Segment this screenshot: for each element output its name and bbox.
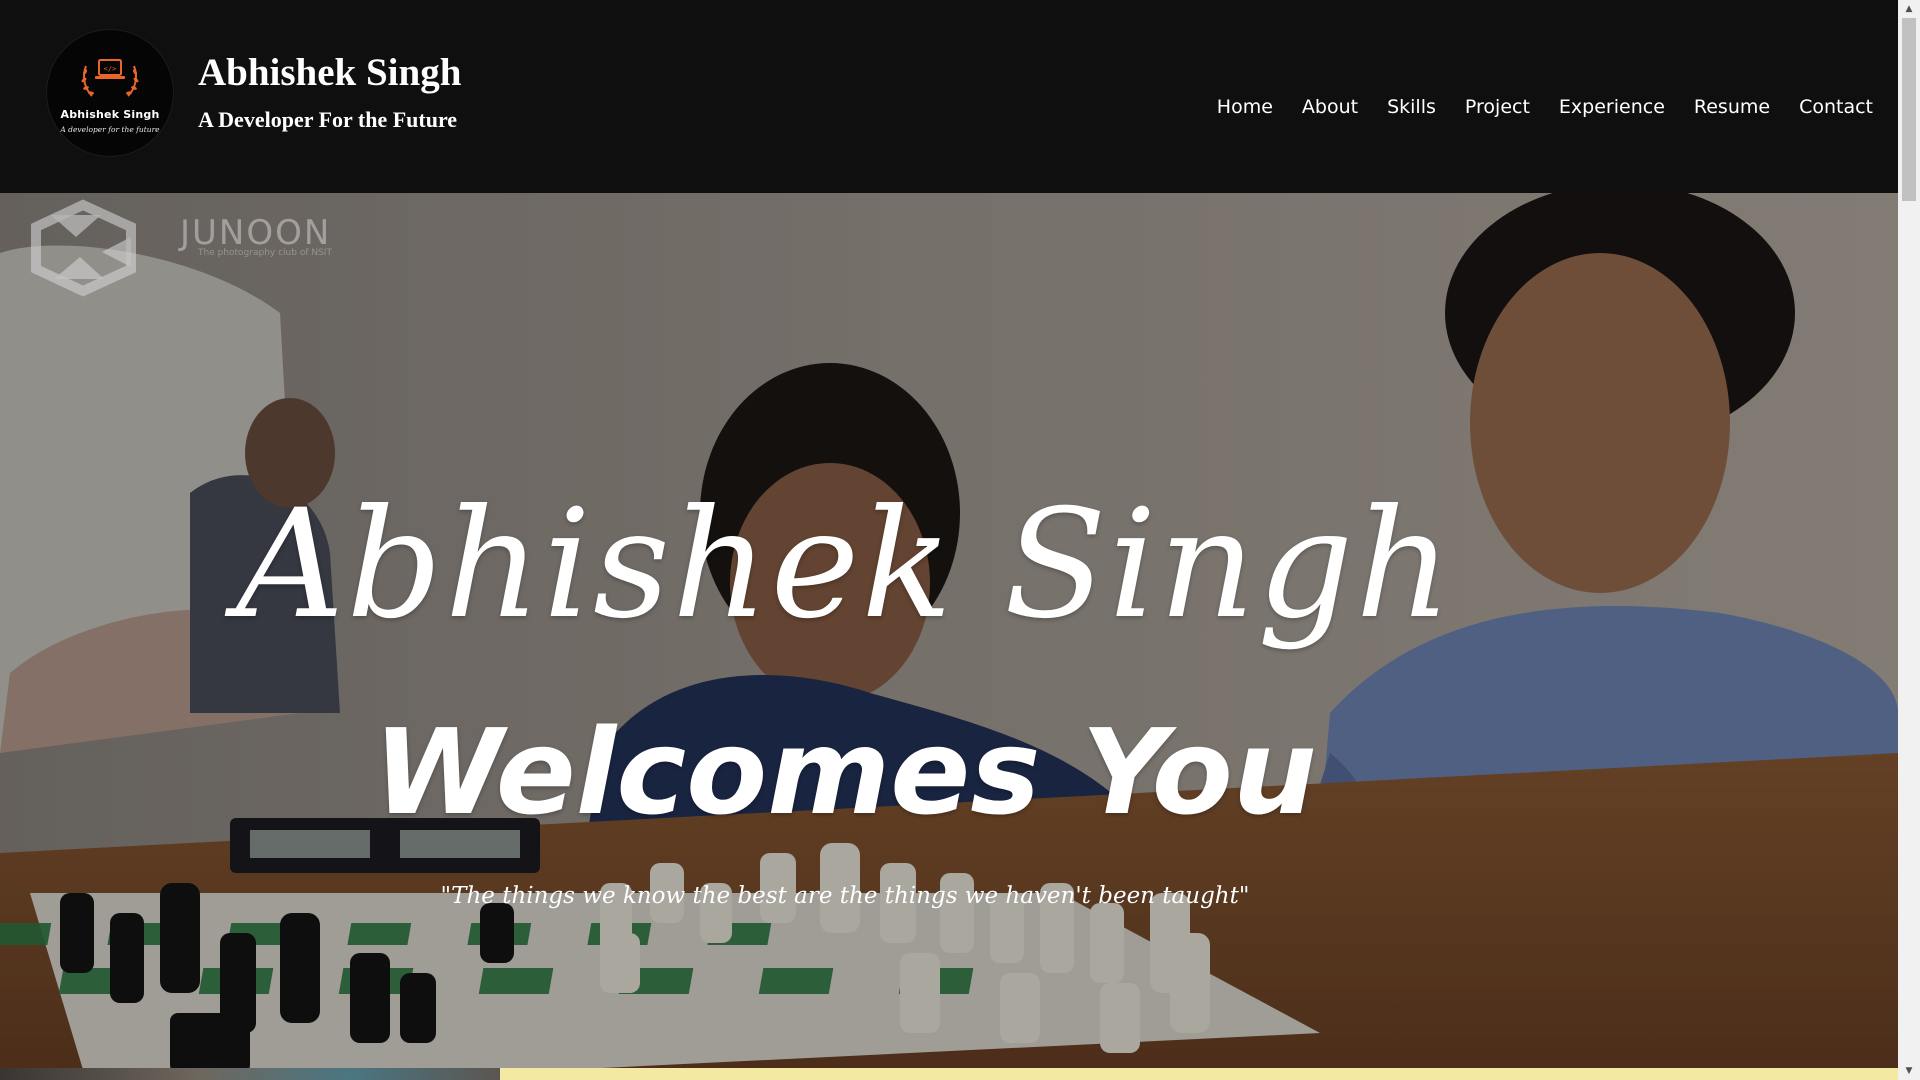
hero-section: JUNOON The photography club of NSIT Abhi… [0, 193, 1898, 1068]
svg-text:</>: </> [104, 65, 117, 73]
nav-home[interactable]: Home [1217, 96, 1273, 118]
hero-quote: "The things we know the best are the thi… [440, 883, 1250, 909]
scroll-down-arrow-icon[interactable]: ▼ [1898, 1062, 1920, 1080]
site-tagline: A Developer For the Future [198, 107, 458, 132]
site-header: </> Abhishek Singh A developer for the f… [0, 0, 1898, 193]
scrollbar-thumb[interactable] [1902, 18, 1916, 201]
vertical-scrollbar[interactable]: ▲ ▼ [1898, 0, 1920, 1080]
next-section-image [0, 1068, 500, 1080]
hero-welcome: Welcomes You [373, 703, 1317, 841]
watermark-title: JUNOON [180, 213, 332, 253]
nav-skills[interactable]: Skills [1387, 96, 1436, 118]
nav-about[interactable]: About [1302, 96, 1358, 118]
site-title[interactable]: Abhishek Singh [198, 50, 461, 95]
laptop-laurel-icon: </> [81, 59, 139, 97]
scroll-up-arrow-icon[interactable]: ▲ [1898, 0, 1920, 18]
main-nav: Home About Skills Project Experience Res… [1188, 96, 1873, 118]
logo-tagline: A developer for the future [60, 125, 160, 134]
next-section-panel [500, 1068, 1898, 1080]
watermark-subtitle: The photography club of NSIT [198, 248, 332, 258]
hero-name: Abhishek Singh [236, 478, 1454, 652]
page: </> Abhishek Singh A developer for the f… [0, 0, 1920, 1080]
nav-experience[interactable]: Experience [1559, 96, 1665, 118]
aperture-icon [31, 199, 136, 297]
nav-project[interactable]: Project [1465, 96, 1530, 118]
nav-resume[interactable]: Resume [1694, 96, 1770, 118]
nav-contact[interactable]: Contact [1799, 96, 1873, 118]
site-logo[interactable]: </> Abhishek Singh A developer for the f… [47, 30, 173, 156]
logo-name: Abhishek Singh [60, 108, 160, 121]
